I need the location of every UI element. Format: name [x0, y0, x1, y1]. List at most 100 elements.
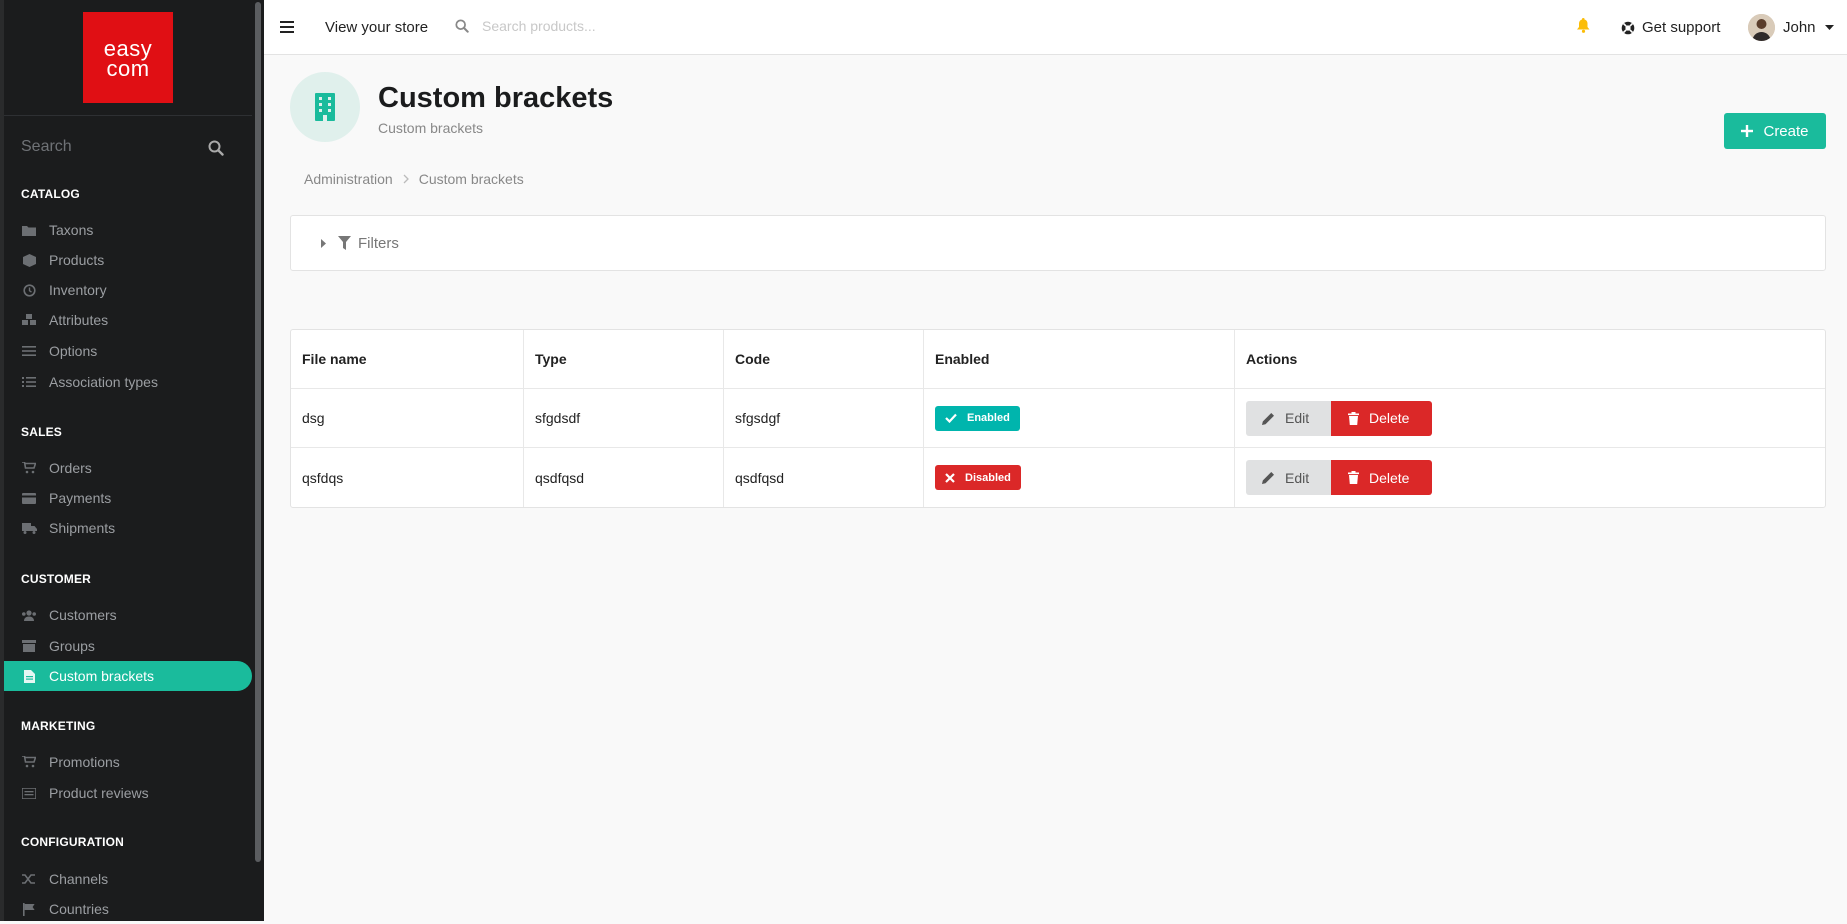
get-support-link[interactable]: Get support [1621, 19, 1720, 36]
history-icon [21, 283, 37, 297]
divider [4, 115, 252, 116]
column-header-actions: Actions [1246, 351, 1298, 367]
building-icon [315, 93, 335, 121]
edit-button[interactable]: Edit [1246, 460, 1331, 495]
trash-icon [1348, 471, 1359, 484]
hamburger-menu-icon[interactable] [280, 20, 294, 38]
archive-icon [21, 639, 37, 653]
users-icon [21, 608, 37, 622]
search-icon[interactable] [208, 140, 224, 161]
credit-card-icon [21, 491, 37, 505]
cell-enabled: Disabled [924, 448, 1235, 507]
section-marketing: MARKETING [21, 719, 96, 733]
breadcrumb-root[interactable]: Administration [304, 171, 393, 187]
column-header-file-name: File name [291, 330, 524, 388]
sidebar-item-label: Product reviews [49, 785, 149, 801]
sidebar-item-countries[interactable]: Countries [4, 894, 252, 924]
column-header-type: Type [524, 330, 724, 388]
sidebar-item-label: Custom brackets [49, 668, 155, 684]
file-icon [21, 669, 37, 683]
sidebar-search-input[interactable] [21, 138, 201, 156]
sidebar-item-orders[interactable]: Orders [4, 453, 252, 483]
sidebar-item-label: Products [49, 252, 105, 268]
section-catalog: CATALOG [21, 187, 80, 201]
sidebar-item-channels[interactable]: Channels [4, 864, 252, 894]
cell-code: qsdfqsd [724, 448, 924, 507]
sidebar-item-label: Groups [49, 638, 95, 654]
sliders-icon [21, 344, 37, 358]
cell-file-name: dsg [291, 389, 524, 447]
sidebar-item-label: Customers [49, 607, 117, 623]
sidebar-item-label: Association types [49, 374, 158, 390]
newspaper-icon [21, 786, 37, 800]
sidebar-item-inventory[interactable]: Inventory [4, 275, 252, 305]
cell-enabled: Enabled [924, 389, 1235, 447]
shuffle-icon [21, 872, 37, 886]
page-title: Custom brackets [378, 82, 614, 114]
product-search-input[interactable] [482, 18, 722, 34]
sidebar-item-label: Options [49, 343, 98, 359]
table-header-row: File name Type Code Enabled Actions [291, 330, 1825, 389]
sidebar-item-custom-brackets[interactable]: Custom brackets [4, 661, 252, 691]
notification-bell-icon[interactable] [1577, 18, 1590, 38]
sidebar-item-attributes[interactable]: Attributes [4, 305, 252, 335]
breadcrumb-current: Custom brackets [418, 171, 524, 187]
sidebar-item-label: Payments [49, 490, 112, 506]
create-label: Create [1763, 122, 1809, 140]
section-sales: SALES [21, 425, 63, 439]
create-button[interactable]: Create [1724, 113, 1826, 149]
logo-line-2: com [106, 56, 150, 81]
sidebar-item-payments[interactable]: Payments [4, 483, 252, 513]
page-header-icon [290, 72, 360, 142]
status-badge-label: Disabled [965, 471, 1011, 484]
delete-label: Delete [1369, 469, 1410, 486]
life-ring-icon [1621, 21, 1635, 35]
sidebar-item-products[interactable]: Products [4, 245, 252, 275]
sidebar-scrollbar[interactable] [255, 2, 261, 862]
sidebar-item-customers[interactable]: Customers [4, 600, 252, 630]
pencil-icon [1262, 472, 1274, 484]
list-icon [21, 375, 37, 389]
close-icon [945, 472, 955, 483]
cell-type: qsdfqsd [524, 448, 724, 507]
sidebar-item-options[interactable]: Options [4, 336, 252, 366]
sidebar-item-label: Shipments [49, 520, 116, 536]
flag-icon [21, 902, 37, 916]
sidebar-item-taxons[interactable]: Taxons [4, 215, 252, 245]
cart-icon [21, 461, 37, 475]
edit-label: Edit [1285, 410, 1310, 426]
cell-code: sfgsdgf [724, 389, 924, 447]
edit-button[interactable]: Edit [1246, 400, 1331, 436]
delete-button[interactable]: Delete [1331, 400, 1432, 436]
sidebar-item-product-reviews[interactable]: Product reviews [4, 778, 252, 808]
sidebar: easy com CATALOG Taxons Products Invento… [0, 0, 264, 921]
search-icon [455, 19, 469, 38]
trash-icon [1348, 411, 1359, 425]
support-label: Get support [1642, 19, 1721, 36]
delete-button[interactable]: Delete [1331, 460, 1432, 495]
cart-icon [21, 755, 37, 769]
check-icon [945, 413, 957, 423]
logo[interactable]: easy com [83, 12, 173, 103]
view-store-link[interactable]: View your store [325, 19, 428, 36]
sidebar-item-groups[interactable]: Groups [4, 631, 252, 661]
page-subtitle: Custom brackets [378, 120, 484, 136]
custom-brackets-table: File name Type Code Enabled Actions dsg … [290, 329, 1826, 508]
status-badge-label: Enabled [967, 412, 1010, 424]
delete-label: Delete [1369, 410, 1410, 426]
sidebar-item-association-types[interactable]: Association types [4, 367, 252, 397]
caret-down-icon [1824, 25, 1834, 30]
sidebar-item-label: Inventory [49, 282, 107, 298]
filters-toggle[interactable]: Filters [290, 215, 1826, 271]
sidebar-item-label: Countries [49, 901, 109, 917]
sidebar-item-label: Channels [49, 871, 109, 887]
sidebar-item-promotions[interactable]: Promotions [4, 747, 252, 777]
column-header-code: Code [724, 330, 924, 388]
sidebar-item-label: Orders [49, 460, 92, 476]
section-configuration: CONFIGURATION [21, 835, 125, 849]
user-menu[interactable]: John [1748, 14, 1834, 41]
sidebar-item-shipments[interactable]: Shipments [4, 513, 252, 543]
status-badge: Disabled [935, 465, 1021, 490]
chevron-right-icon [403, 171, 409, 187]
column-header-enabled: Enabled [924, 330, 1235, 388]
